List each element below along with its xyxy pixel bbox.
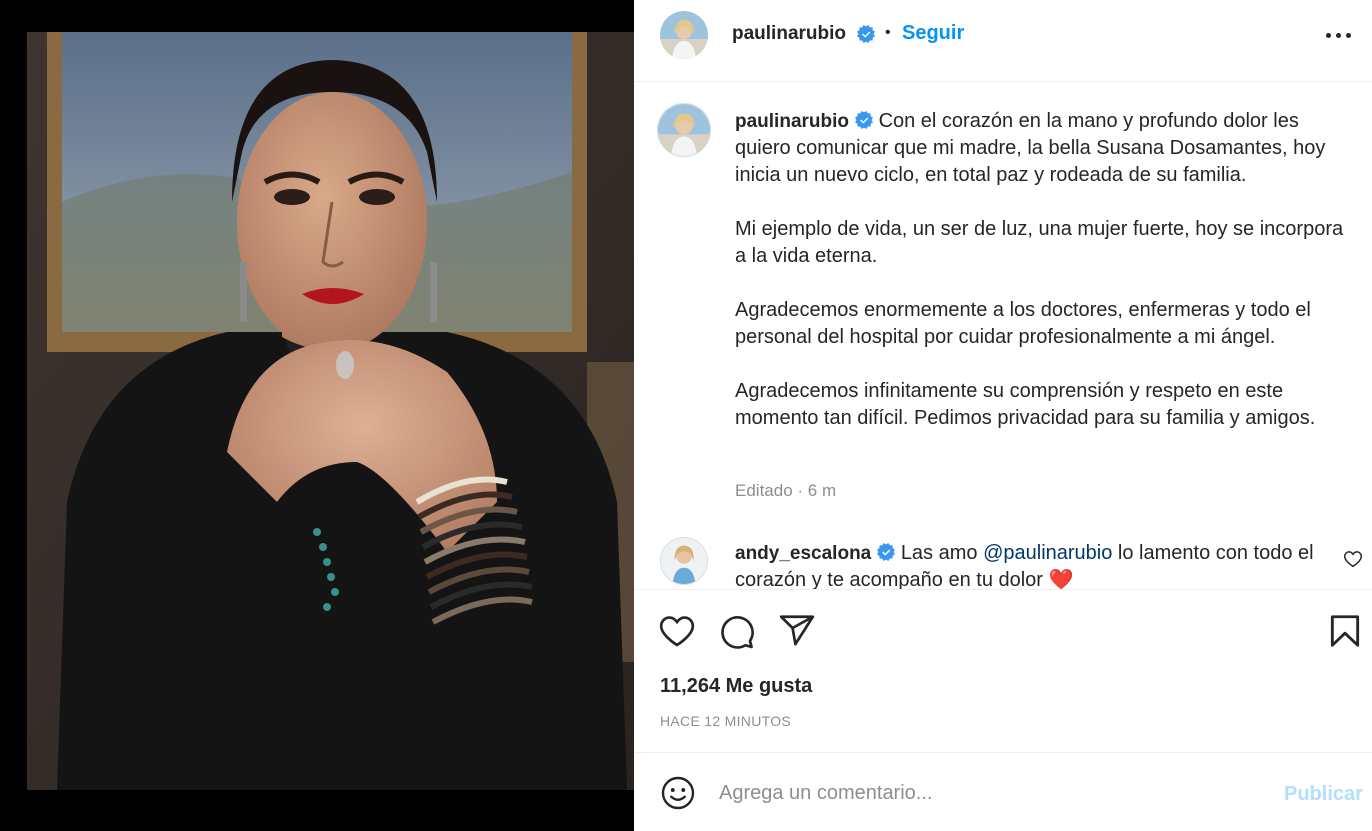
comments-scroll-area[interactable]: paulinarubio Con el corazón en la mano y… — [634, 83, 1372, 589]
comment-icon[interactable] — [718, 612, 756, 650]
comment-like-icon[interactable] — [1343, 549, 1363, 569]
comment-input[interactable] — [719, 775, 1259, 811]
photo-letterbox — [0, 790, 634, 831]
post-details-panel: paulinarubio • Seguir paulinarubio Con e… — [634, 0, 1372, 831]
likes-count[interactable]: 11,264 Me gusta — [660, 675, 812, 698]
post-caption: paulinarubio Con el corazón en la mano y… — [735, 108, 1347, 432]
comment-body: Las amo — [900, 542, 984, 564]
post-photo — [27, 32, 634, 790]
caption-username[interactable]: paulinarubio — [735, 111, 849, 132]
follow-button[interactable]: Seguir — [902, 22, 964, 45]
more-options-icon[interactable] — [1326, 33, 1352, 39]
comment-text: andy_escalona Las amo @paulinarubio lo l… — [735, 540, 1325, 589]
post-timestamp[interactable]: HACE 12 MINUTOS — [660, 713, 791, 729]
heart-icon[interactable] — [658, 612, 696, 650]
post-header: paulinarubio • Seguir — [634, 0, 1372, 82]
author-username[interactable]: paulinarubio — [732, 23, 846, 45]
caption-author-avatar[interactable] — [657, 103, 711, 157]
commenter-username[interactable]: andy_escalona — [735, 543, 871, 564]
separator-dot: • — [885, 24, 891, 41]
caption-paragraph: Mi ejemplo de vida, un ser de luz, una m… — [735, 218, 1349, 267]
comment-item: andy_escalona Las amo @paulinarubio lo l… — [634, 535, 1372, 589]
emoji-icon[interactable] — [660, 775, 696, 811]
share-icon[interactable] — [778, 612, 816, 650]
caption-edited-time: Editado · 6 m — [735, 481, 837, 500]
post-actions: 11,264 Me gusta HACE 12 MINUTOS — [634, 589, 1372, 752]
verified-badge-icon — [857, 25, 875, 43]
commenter-avatar[interactable] — [660, 537, 708, 585]
author-avatar[interactable] — [660, 11, 708, 59]
verified-badge-icon — [855, 111, 873, 129]
add-comment-bar: Publicar — [634, 752, 1372, 831]
comment-mention-link[interactable]: @paulinarubio — [983, 542, 1112, 564]
verified-badge-icon — [877, 543, 896, 561]
bookmark-icon[interactable] — [1326, 612, 1364, 650]
caption-paragraph: Agradecemos enormemente a los doctores, … — [735, 299, 1317, 348]
post-media-panel — [0, 0, 634, 831]
publish-button[interactable]: Publicar — [1284, 783, 1363, 806]
caption-paragraph: Agradecemos infinitamente su comprensión… — [735, 380, 1316, 429]
